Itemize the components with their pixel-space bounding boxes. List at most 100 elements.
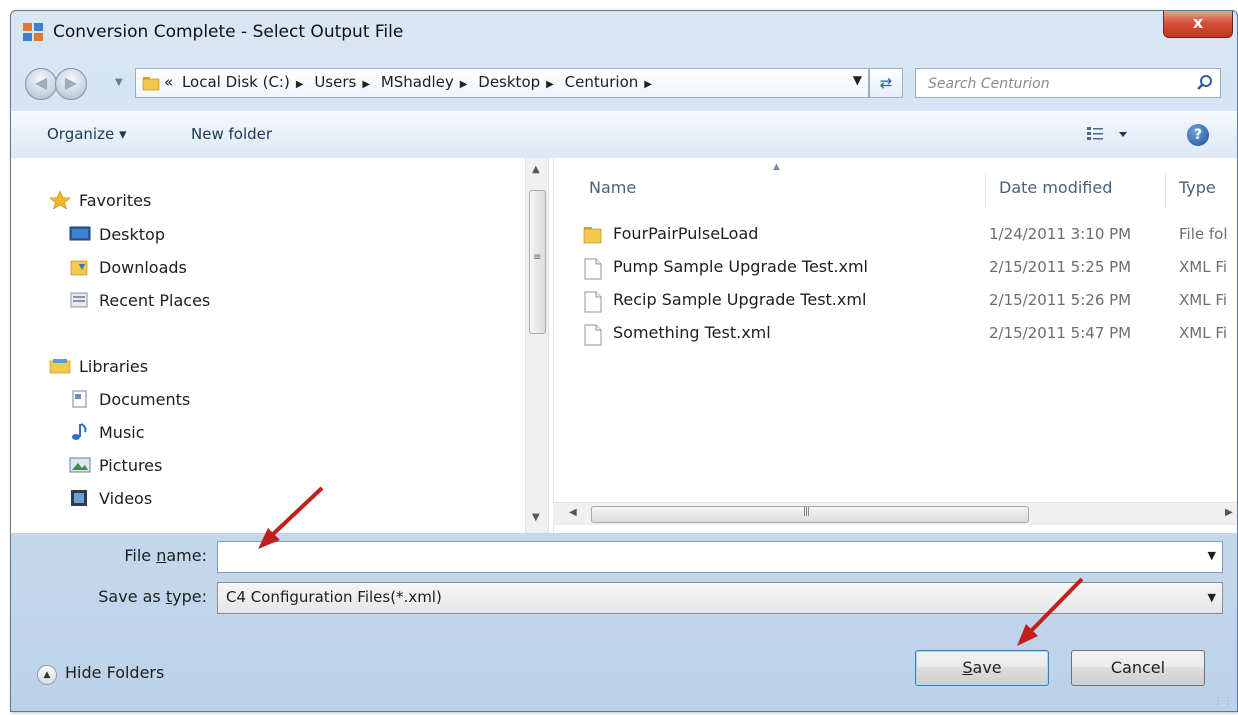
help-button[interactable]: ? xyxy=(1187,124,1209,146)
nav-item-documents[interactable]: Documents xyxy=(69,388,190,412)
scroll-up-icon[interactable]: ▲ xyxy=(532,164,540,175)
downloads-folder-icon xyxy=(70,260,88,276)
organize-button[interactable]: Organize ▾ xyxy=(47,125,127,143)
nav-item-label: Videos xyxy=(99,489,153,508)
breadcrumb-centurion[interactable]: Centurion xyxy=(565,73,639,91)
file-list: ▲ Name Date modified Type FourPairPulseL… xyxy=(553,158,1237,533)
nav-item-music[interactable]: Music xyxy=(69,421,145,445)
column-header-type[interactable]: Type xyxy=(1179,178,1216,197)
file-name: Pump Sample Upgrade Test.xml xyxy=(613,257,868,276)
command-toolbar: Organize ▾ New folder ? xyxy=(11,111,1237,159)
nav-item-videos[interactable]: Videos xyxy=(69,487,152,511)
resize-grip-icon[interactable]: ⋮⋮ xyxy=(1213,696,1233,707)
save-as-type-label: Save as type: xyxy=(98,587,207,606)
search-box[interactable] xyxy=(915,68,1221,98)
save-as-type-select[interactable]: C4 Configuration Files(*.xml) ▼ xyxy=(217,582,1223,614)
breadcrumb-separator-icon[interactable]: ▶ xyxy=(644,79,652,90)
breadcrumb-separator-icon[interactable]: ▶ xyxy=(546,79,554,90)
nav-item-desktop[interactable]: Desktop xyxy=(69,223,165,247)
nav-group-favorites[interactable]: Favorites xyxy=(49,189,151,213)
recent-locations-chevron-icon[interactable]: ▼ xyxy=(115,77,123,88)
table-row[interactable]: FourPairPulseLoad 1/24/2011 3:10 PM File… xyxy=(553,220,1237,250)
breadcrumb-separator-icon[interactable]: ▶ xyxy=(296,79,304,90)
search-icon[interactable] xyxy=(1196,74,1214,92)
file-date: 2/15/2011 5:25 PM xyxy=(989,258,1132,276)
grip-icon: ||| xyxy=(803,507,810,517)
table-row[interactable]: Pump Sample Upgrade Test.xml 2/15/2011 5… xyxy=(553,253,1237,283)
file-list-scrollbar[interactable]: ◀ ||| ▶ xyxy=(553,502,1237,525)
navigation-bar: ◀ ▶ ▼ « Local Disk (C:) ▶ Users ▶ MShadley… xyxy=(11,65,1237,100)
collapse-up-icon: ▲ xyxy=(37,665,57,685)
scrollbar-thumb[interactable] xyxy=(591,506,1029,523)
save-as-type-value: C4 Configuration Files(*.xml) xyxy=(226,588,442,606)
back-arrow-icon: ◀ xyxy=(34,73,48,92)
forward-arrow-icon: ▶ xyxy=(64,73,78,92)
column-header-name[interactable]: Name xyxy=(589,178,636,197)
scroll-left-icon[interactable]: ◀ xyxy=(569,507,577,518)
column-header-date-modified[interactable]: Date modified xyxy=(999,178,1112,197)
libraries-icon xyxy=(49,359,71,374)
nav-item-label: Pictures xyxy=(99,456,163,475)
nav-item-label: Recent Places xyxy=(99,291,211,310)
file-name: FourPairPulseLoad xyxy=(613,224,759,243)
navigation-pane: Favorites Desktop Downloads Recent Place… xyxy=(11,158,521,533)
file-date: 1/24/2011 3:10 PM xyxy=(989,225,1132,243)
breadcrumb-mshadley[interactable]: MShadley xyxy=(381,73,454,91)
column-divider[interactable] xyxy=(1165,172,1166,208)
search-input[interactable] xyxy=(926,73,1180,95)
navigation-pane-scrollbar[interactable]: ▲ ≡ ▼ xyxy=(525,158,549,533)
back-button[interactable]: ◀ xyxy=(25,68,57,100)
nav-item-pictures[interactable]: Pictures xyxy=(69,454,162,478)
file-name: Recip Sample Upgrade Test.xml xyxy=(613,290,867,309)
refresh-icon: ⇄ xyxy=(879,74,893,92)
nav-item-recent-places[interactable]: Recent Places xyxy=(69,289,210,313)
folder-icon xyxy=(583,227,602,244)
hide-folders-toggle[interactable]: ▲ Hide Folders xyxy=(37,663,164,685)
breadcrumb: « Local Disk (C:) ▶ Users ▶ MShadley ▶ Desk… xyxy=(164,73,654,91)
nav-group-libraries[interactable]: Libraries xyxy=(49,355,148,379)
close-button[interactable]: x xyxy=(1163,11,1233,38)
breadcrumb-overflow[interactable]: « xyxy=(164,73,173,91)
file-name-input[interactable] xyxy=(224,546,1188,568)
star-icon xyxy=(49,191,71,209)
breadcrumb-local-disk[interactable]: Local Disk (C:) xyxy=(182,73,290,91)
address-bar[interactable]: « Local Disk (C:) ▶ Users ▶ MShadley ▶ Desk… xyxy=(135,68,869,98)
videos-icon xyxy=(71,490,87,506)
documents-icon xyxy=(72,390,87,408)
nav-item-downloads[interactable]: Downloads xyxy=(69,256,187,280)
file-date: 2/15/2011 5:26 PM xyxy=(989,291,1132,309)
scroll-down-icon[interactable]: ▼ xyxy=(532,512,540,523)
file-type: XML Fi xyxy=(1179,258,1228,276)
column-divider[interactable] xyxy=(985,172,986,208)
breadcrumb-users[interactable]: Users xyxy=(314,73,356,91)
desktop-icon xyxy=(69,226,91,241)
save-button[interactable]: Save xyxy=(915,650,1049,686)
forward-button[interactable]: ▶ xyxy=(55,68,87,100)
pictures-icon xyxy=(69,457,91,473)
change-view-button[interactable] xyxy=(1087,126,1131,146)
file-type: XML Fi xyxy=(1179,324,1228,342)
title-bar[interactable]: Conversion Complete - Select Output File… xyxy=(11,11,1237,53)
file-type: File fol xyxy=(1179,225,1228,243)
nav-item-label: Downloads xyxy=(99,258,187,277)
scroll-right-icon[interactable]: ▶ xyxy=(1225,507,1233,518)
nav-group-label: Favorites xyxy=(79,191,152,210)
cancel-button[interactable]: Cancel xyxy=(1071,650,1205,686)
table-row[interactable]: Recip Sample Upgrade Test.xml 2/15/2011 … xyxy=(553,286,1237,316)
breadcrumb-separator-icon[interactable]: ▶ xyxy=(460,79,468,90)
nav-item-label: Music xyxy=(99,423,145,442)
chevron-down-icon[interactable]: ▼ xyxy=(1208,591,1216,604)
new-folder-button[interactable]: New folder xyxy=(191,125,272,143)
nav-item-label: Documents xyxy=(99,390,191,409)
chevron-down-icon[interactable]: ▼ xyxy=(1208,549,1216,562)
nav-group-label: Libraries xyxy=(79,357,149,376)
refresh-button[interactable]: ⇄ xyxy=(869,68,903,98)
view-list-icon xyxy=(1087,127,1127,140)
table-row[interactable]: Something Test.xml 2/15/2011 5:47 PM XML… xyxy=(553,319,1237,349)
breadcrumb-separator-icon[interactable]: ▶ xyxy=(362,79,370,90)
file-name-combobox[interactable]: ▼ xyxy=(217,541,1223,573)
address-dropdown-icon[interactable]: ▼ xyxy=(853,73,862,87)
grip-icon: ≡ xyxy=(533,252,542,263)
breadcrumb-desktop[interactable]: Desktop xyxy=(478,73,540,91)
file-name: Something Test.xml xyxy=(613,323,771,342)
